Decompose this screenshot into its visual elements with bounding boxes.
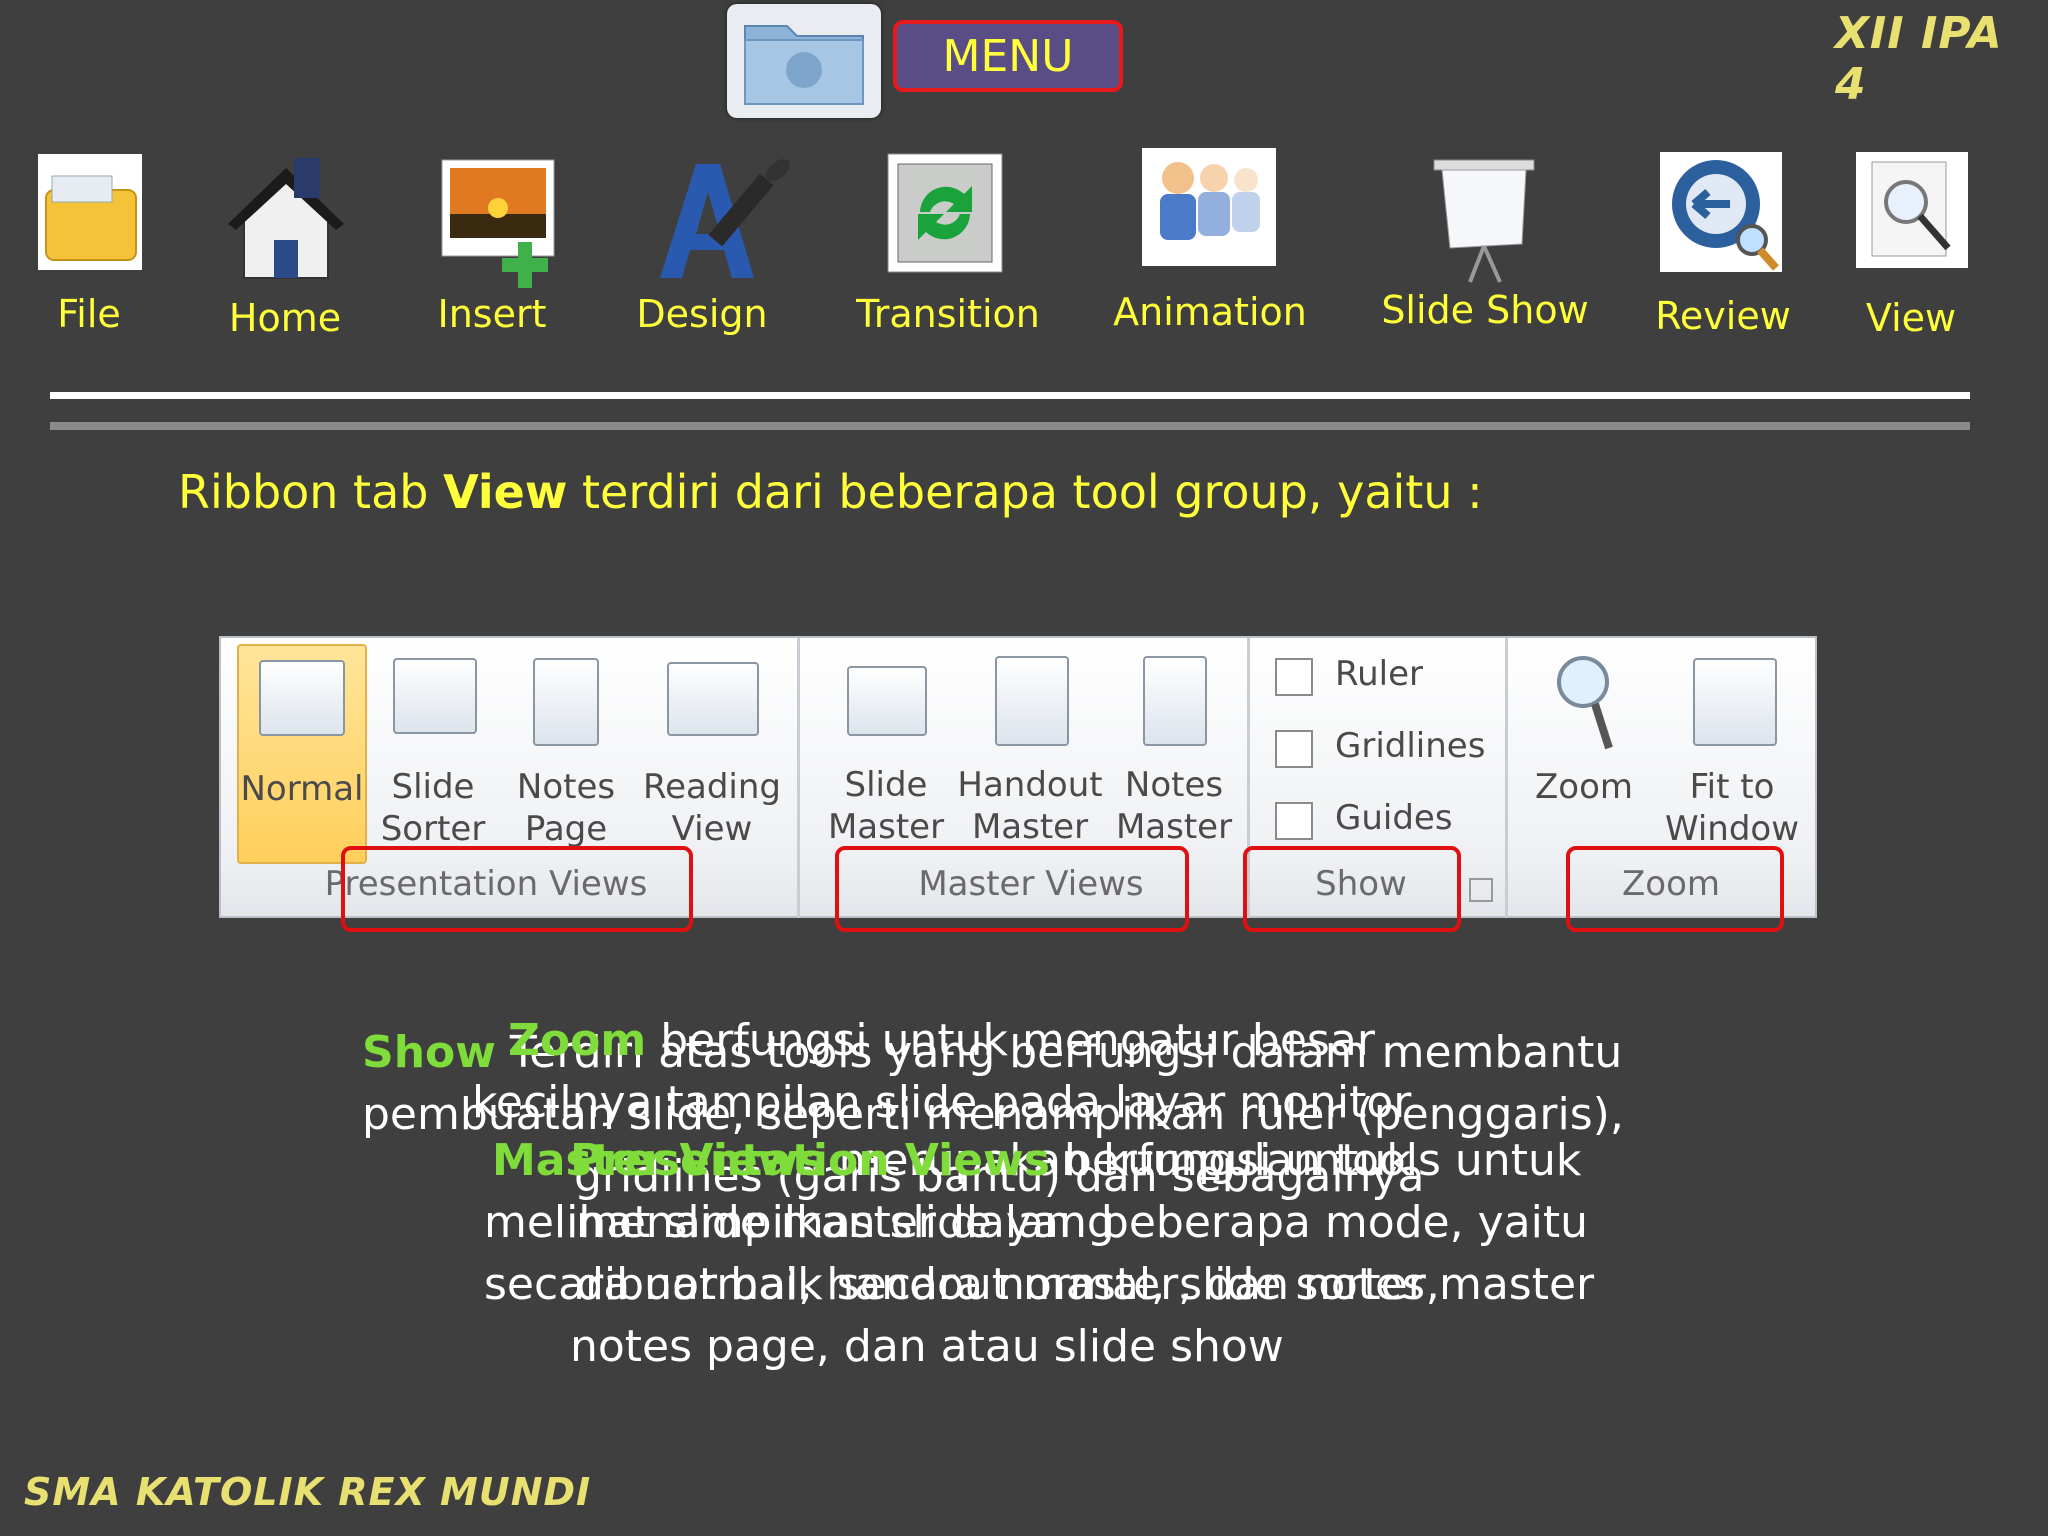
highlight-zoom — [1566, 846, 1784, 932]
tab-transition[interactable]: Transition — [850, 150, 1046, 350]
button-label: Window — [1664, 809, 1800, 849]
dialog-launcher-icon[interactable] — [1469, 878, 1493, 902]
ruler-checkbox[interactable] — [1275, 658, 1313, 696]
house-icon — [224, 150, 348, 286]
folder-icon — [38, 154, 142, 270]
button-label: Slide — [391, 767, 475, 807]
ruler-label: Ruler — [1335, 654, 1423, 694]
animation-people-icon — [1142, 148, 1276, 266]
tab-label: View — [1865, 296, 1957, 340]
tab-label: Review — [1655, 294, 1791, 338]
fit-to-window-button[interactable]: Fit to Window — [1657, 644, 1807, 860]
divider-line — [50, 422, 1970, 430]
guides-label: Guides — [1335, 798, 1453, 838]
menu-button[interactable]: MENU — [893, 20, 1123, 92]
tab-label: Design — [636, 292, 768, 336]
view-document-icon — [1856, 152, 1968, 268]
tab-insert[interactable]: Insert — [420, 150, 564, 350]
button-label: Normal — [240, 769, 364, 809]
highlight-show — [1243, 846, 1461, 932]
button-label: Fit to — [1689, 767, 1775, 807]
slide-master-button[interactable]: Slide Master — [821, 644, 951, 860]
fit-to-window-icon — [1693, 658, 1777, 746]
tab-design[interactable]: Design — [630, 150, 790, 350]
divider-line — [50, 392, 1970, 399]
guides-checkbox[interactable] — [1275, 802, 1313, 840]
button-label: Handout — [957, 765, 1103, 805]
tab-label: Animation — [1113, 290, 1307, 334]
notes-master-icon — [1143, 656, 1207, 746]
button-label: Master — [1115, 807, 1233, 847]
description-zoom: Zoom berfungsi untuk mengatur besar keci… — [472, 1015, 1412, 1128]
slide-sorter-button[interactable]: Slide Sorter — [371, 644, 495, 860]
button-label: Reading — [642, 767, 781, 807]
review-magnifier-icon — [1660, 152, 1786, 278]
button-label: View — [671, 809, 753, 849]
intro-heading: Ribbon tab View terdiri dari beberapa to… — [178, 465, 1483, 519]
notes-page-icon — [533, 658, 599, 746]
reading-view-button[interactable]: Reading View — [637, 644, 787, 860]
folder-user-icon[interactable] — [727, 4, 881, 118]
tab-label: Home — [228, 296, 342, 340]
gridlines-label: Gridlines — [1335, 726, 1486, 766]
projector-screen-icon — [1430, 156, 1540, 286]
school-name: SMA KATOLIK REX MUNDI — [24, 1470, 592, 1514]
tab-review[interactable]: Review — [1650, 150, 1796, 350]
button-label: Zoom — [1534, 767, 1633, 807]
tab-label: Transition — [856, 292, 1040, 336]
normal-view-icon — [259, 660, 345, 736]
reading-view-icon — [667, 662, 759, 736]
tab-animation[interactable]: Animation — [1110, 148, 1310, 348]
button-label: Notes — [1124, 765, 1224, 805]
tab-file[interactable]: File — [30, 150, 148, 350]
description-presentation-views: Presentation Views berfungsi untuk menam… — [570, 1135, 1440, 1372]
zoom-magnifier-icon — [1555, 652, 1615, 752]
tab-label: File — [57, 292, 121, 336]
handout-master-icon — [995, 656, 1069, 746]
notes-master-button[interactable]: Notes Master — [1109, 644, 1239, 860]
class-badge: XII IPA 4 — [1835, 8, 2003, 110]
group-separator — [1505, 638, 1508, 918]
button-label: Slide — [844, 765, 928, 805]
tab-view[interactable]: View — [1850, 150, 1972, 350]
tab-slide-show[interactable]: Slide Show — [1380, 150, 1590, 350]
slide-master-icon — [847, 666, 927, 736]
zoom-button[interactable]: Zoom — [1519, 644, 1649, 860]
button-label: Master — [827, 807, 945, 847]
tab-label: Insert — [437, 292, 547, 336]
tab-label: Slide Show — [1381, 288, 1589, 332]
normal-view-button[interactable]: Normal — [237, 644, 367, 864]
slide-sorter-icon — [393, 658, 477, 734]
design-brush-icon — [650, 154, 800, 284]
handout-master-button[interactable]: Handout Master — [955, 644, 1105, 860]
button-label: Master — [971, 807, 1089, 847]
highlight-master-views — [835, 846, 1189, 932]
insert-picture-icon — [440, 158, 564, 292]
tab-home[interactable]: Home — [210, 150, 360, 350]
button-label: Sorter — [380, 809, 486, 849]
button-label: Page — [524, 809, 608, 849]
gridlines-checkbox[interactable] — [1275, 730, 1313, 768]
notes-page-button[interactable]: Notes Page — [503, 644, 629, 860]
highlight-presentation-views — [341, 846, 693, 932]
transition-arrows-icon — [886, 152, 1004, 274]
button-label: Notes — [516, 767, 616, 807]
group-separator — [797, 638, 800, 918]
